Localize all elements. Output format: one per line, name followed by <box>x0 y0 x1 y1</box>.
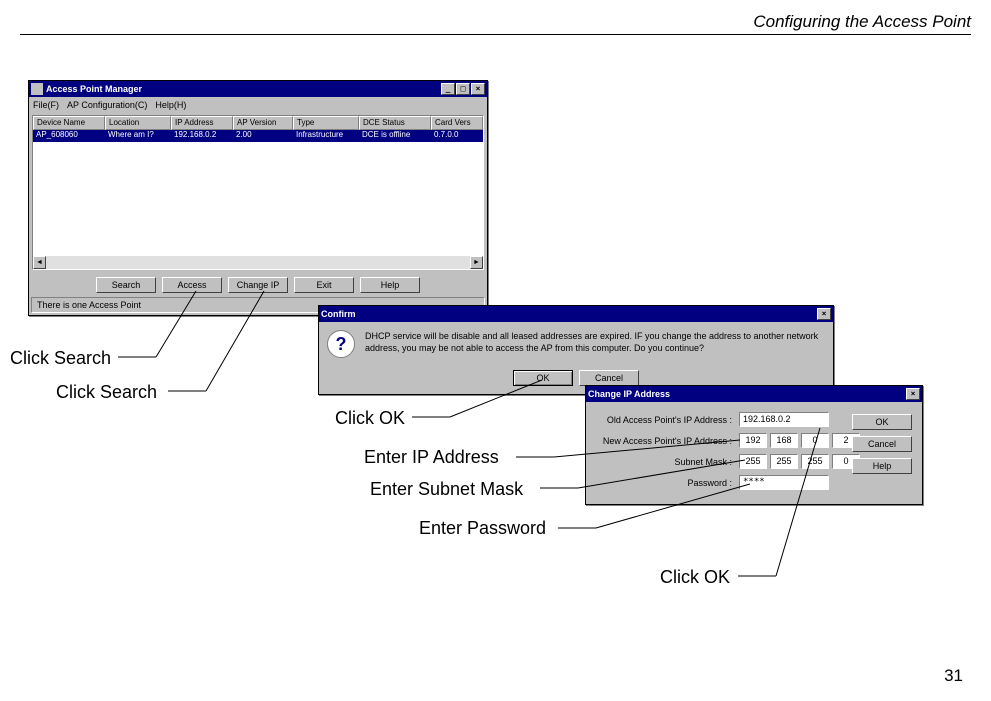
cell-card: 0.7.0.0 <box>431 130 483 142</box>
cell-dce: DCE is offline <box>359 130 431 142</box>
question-icon: ? <box>327 330 355 358</box>
confirm-close-button[interactable]: × <box>817 308 831 320</box>
confirm-title: Confirm <box>321 309 817 319</box>
old-ip-label: Old Access Point's IP Address : <box>594 415 736 425</box>
cell-ip: 192.168.0.2 <box>171 130 233 142</box>
callout-click-ok-2: Click OK <box>660 567 730 588</box>
changeip-ok-button[interactable]: OK <box>852 414 912 430</box>
confirm-text: DHCP service will be disable and all lea… <box>365 330 825 354</box>
apm-menubar: File(F) AP Configuration(C) Help(H) <box>29 97 487 112</box>
callout-enter-mask: Enter Subnet Mask <box>370 479 523 500</box>
new-ip-a[interactable]: 192 <box>739 433 767 448</box>
menu-file[interactable]: File(F) <box>33 100 59 110</box>
changeip-close-button[interactable]: × <box>906 388 920 400</box>
confirm-cancel-button[interactable]: Cancel <box>579 370 639 386</box>
pass-label: Password : <box>594 478 736 488</box>
callout-enter-ip: Enter IP Address <box>364 447 499 468</box>
apm-titlebar[interactable]: Access Point Manager _ □ × <box>29 81 487 97</box>
apm-row-0[interactable]: AP_608060 Where am I? 192.168.0.2 2.00 I… <box>33 130 483 142</box>
col-device[interactable]: Device Name <box>33 116 105 130</box>
new-ip-c[interactable]: 0 <box>801 433 829 448</box>
close-button[interactable]: × <box>471 83 485 95</box>
callout-enter-pass: Enter Password <box>419 518 546 539</box>
callout-click-search-1: Click Search <box>10 348 111 369</box>
mask-a[interactable]: 255 <box>739 454 767 469</box>
changeip-titlebar[interactable]: Change IP Address × <box>586 386 922 402</box>
mask-label: Subnet Mask : <box>594 457 736 467</box>
changeip-cancel-button[interactable]: Cancel <box>852 436 912 452</box>
confirm-titlebar[interactable]: Confirm × <box>319 306 833 322</box>
cell-device: AP_608060 <box>33 130 105 142</box>
col-version[interactable]: AP Version <box>233 116 293 130</box>
mask-c[interactable]: 255 <box>801 454 829 469</box>
minimize-button[interactable]: _ <box>441 83 455 95</box>
apm-button-row: Search Access Change IP Exit Help <box>29 273 487 297</box>
changeip-title: Change IP Address <box>588 389 906 399</box>
col-location[interactable]: Location <box>105 116 171 130</box>
apm-columns: Device Name Location IP Address AP Versi… <box>33 116 483 130</box>
exit-button[interactable]: Exit <box>294 277 354 293</box>
cell-version: 2.00 <box>233 130 293 142</box>
callout-click-search-2: Click Search <box>56 382 157 403</box>
password-field[interactable]: **** <box>739 475 829 490</box>
confirm-ok-button[interactable]: OK <box>513 370 573 386</box>
access-button[interactable]: Access <box>162 277 222 293</box>
changeip-dialog: Change IP Address × Old Access Point's I… <box>585 385 923 505</box>
col-dce[interactable]: DCE Status <box>359 116 431 130</box>
old-ip-field: 192.168.0.2 <box>739 412 829 427</box>
maximize-button[interactable]: □ <box>456 83 470 95</box>
callout-click-ok-1: Click OK <box>335 408 405 429</box>
apm-title: Access Point Manager <box>46 84 441 94</box>
apm-hscroll[interactable]: ◄ ► <box>33 256 483 269</box>
page-header: Configuring the Access Point <box>753 12 971 32</box>
scroll-right-icon[interactable]: ► <box>470 256 483 269</box>
header-rule <box>20 34 971 35</box>
changeip-button[interactable]: Change IP <box>228 277 288 293</box>
cell-location: Where am I? <box>105 130 171 142</box>
app-icon <box>31 83 43 95</box>
ap-manager-window: Access Point Manager _ □ × File(F) AP Co… <box>28 80 488 316</box>
page-number: 31 <box>944 666 963 686</box>
confirm-dialog: Confirm × ? DHCP service will be disable… <box>318 305 834 395</box>
search-button[interactable]: Search <box>96 277 156 293</box>
apm-list[interactable]: Device Name Location IP Address AP Versi… <box>32 115 484 270</box>
help-button[interactable]: Help <box>360 277 420 293</box>
mask-b[interactable]: 255 <box>770 454 798 469</box>
changeip-help-button[interactable]: Help <box>852 458 912 474</box>
scroll-left-icon[interactable]: ◄ <box>33 256 46 269</box>
new-ip-label: New Access Point's IP Address : <box>594 436 736 446</box>
col-type[interactable]: Type <box>293 116 359 130</box>
col-card[interactable]: Card Vers <box>431 116 483 130</box>
menu-help[interactable]: Help(H) <box>155 100 186 110</box>
col-ip[interactable]: IP Address <box>171 116 233 130</box>
new-ip-b[interactable]: 168 <box>770 433 798 448</box>
scroll-track[interactable] <box>46 256 470 269</box>
cell-type: Infrastructure <box>293 130 359 142</box>
menu-config[interactable]: AP Configuration(C) <box>67 100 147 110</box>
